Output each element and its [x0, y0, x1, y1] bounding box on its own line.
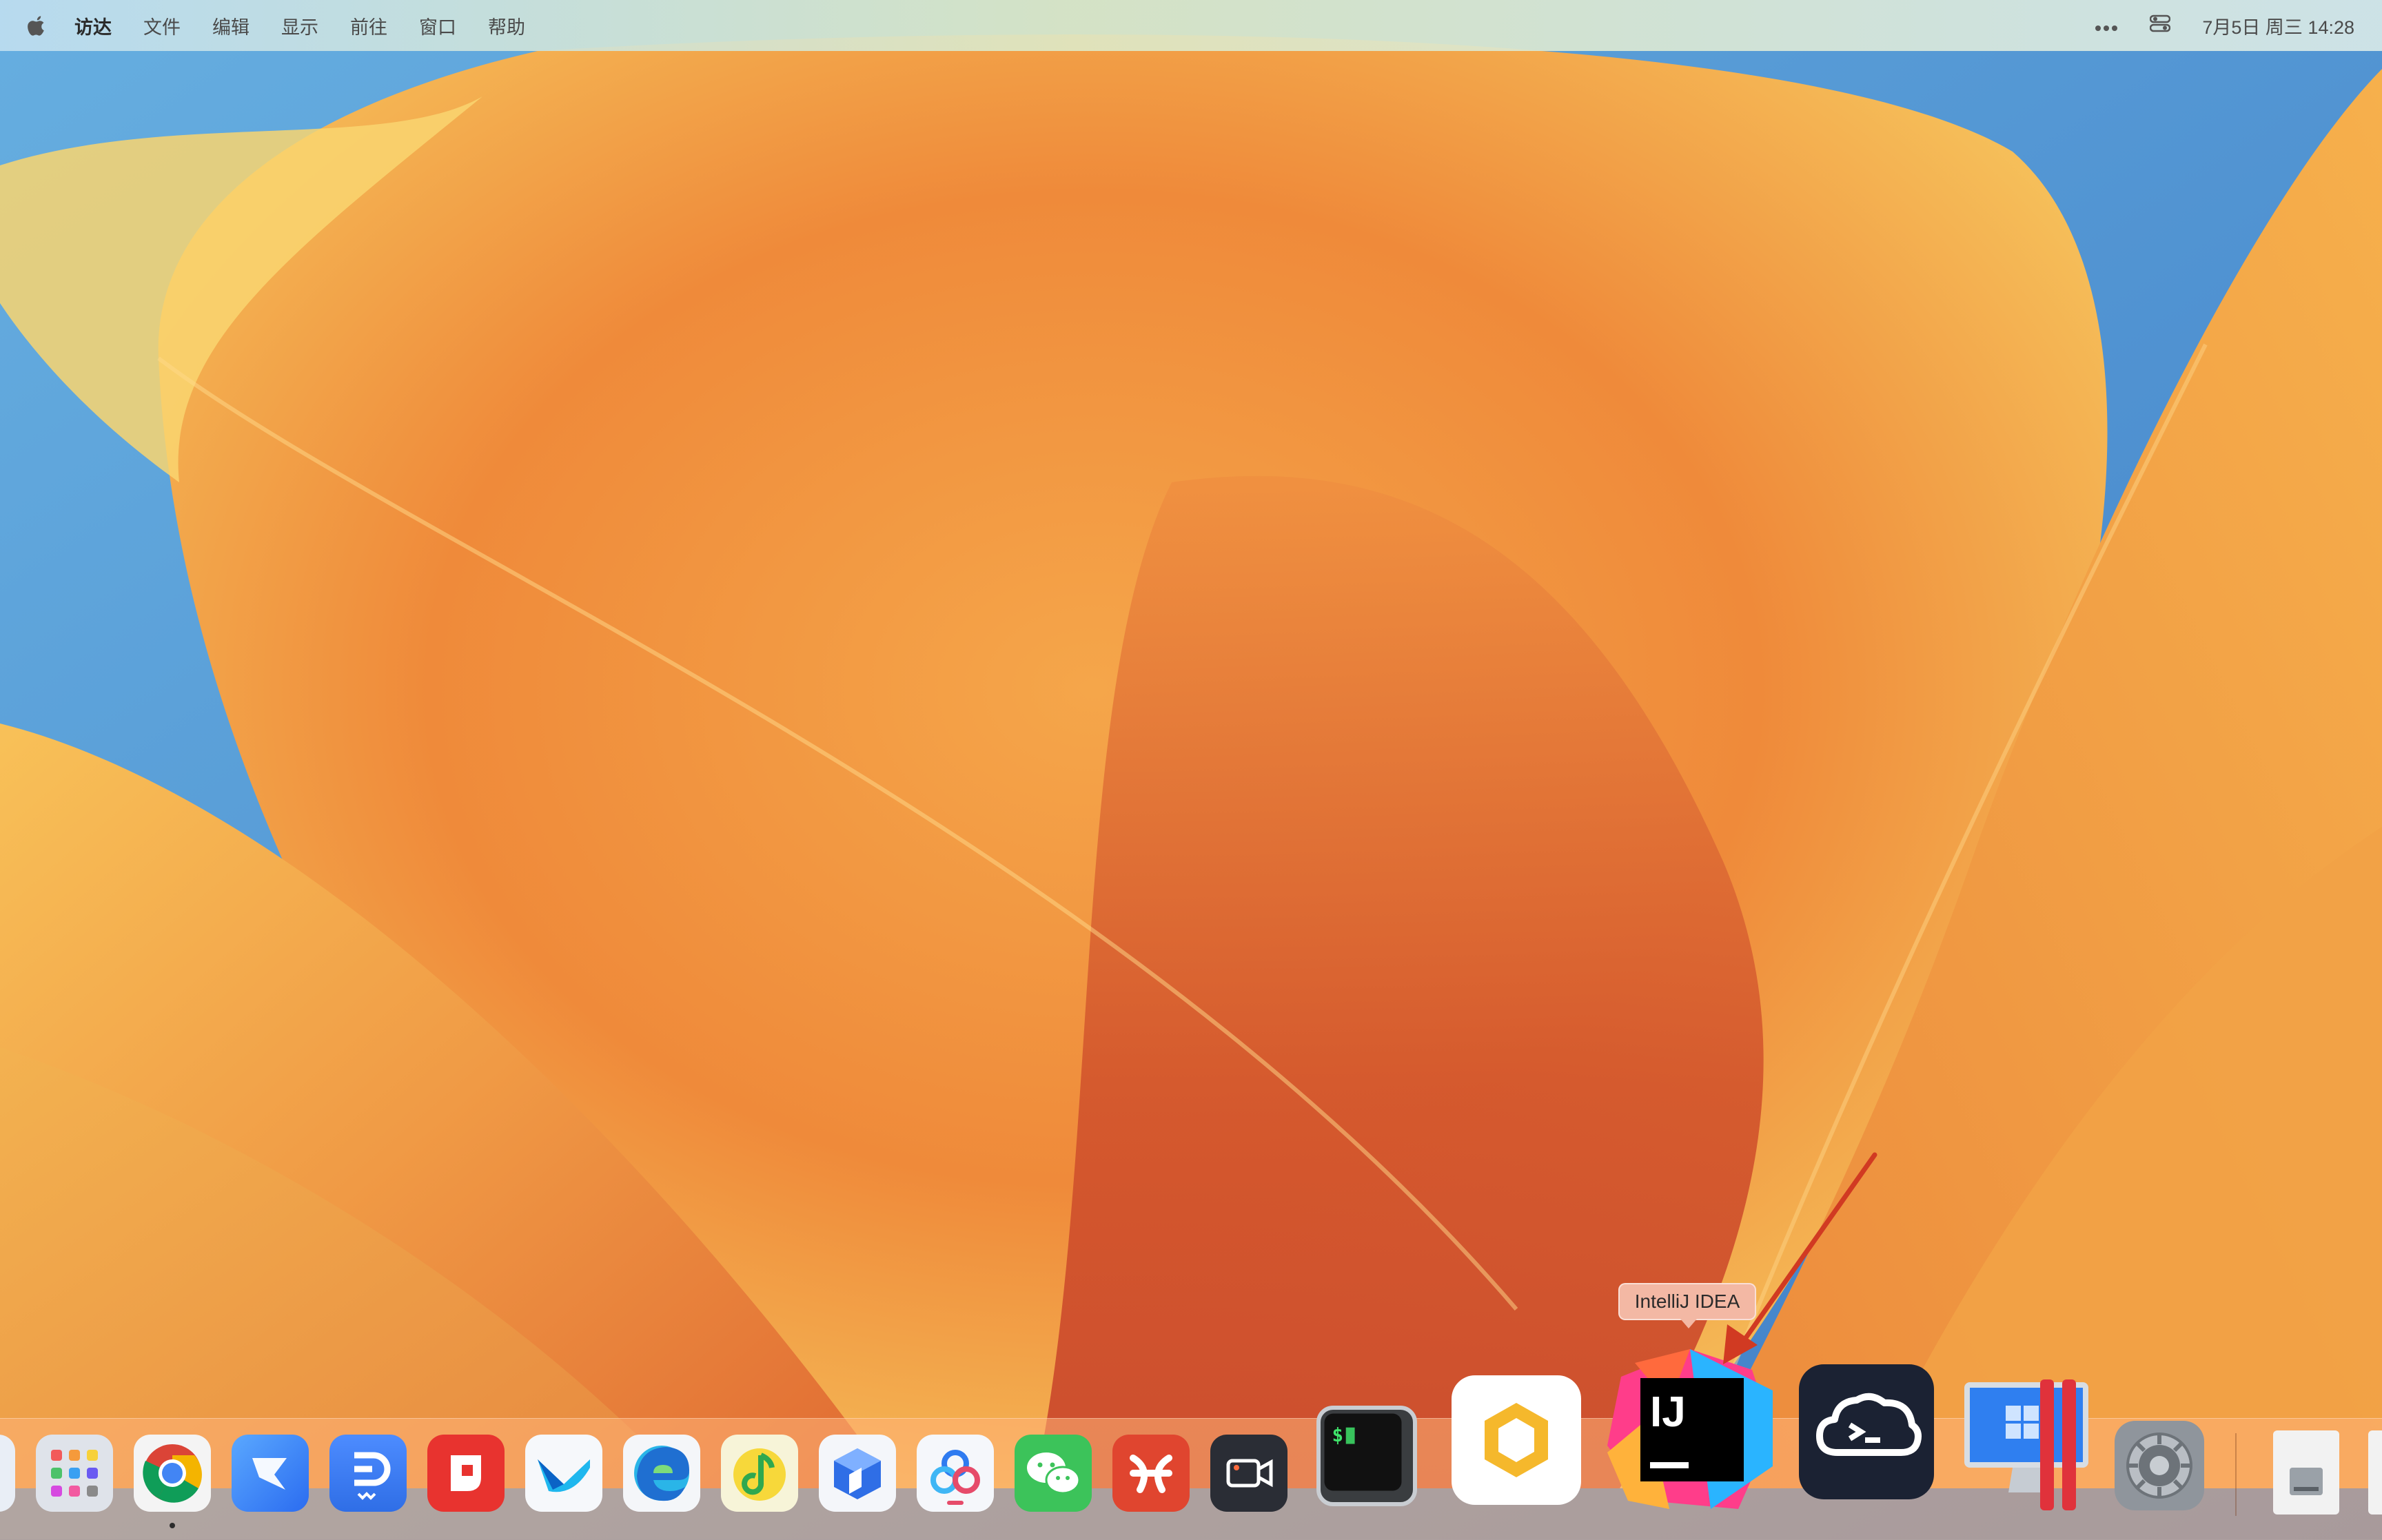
menu-edit[interactable]: 编辑 [212, 12, 250, 39]
dock-parallels-icon[interactable] [1957, 1375, 2095, 1513]
dock-divider [2235, 1433, 2237, 1516]
svg-text:$: $ [1332, 1424, 1344, 1446]
dock-disk-image-icon[interactable] [2273, 1430, 2339, 1515]
dock-chrome-icon[interactable] [134, 1435, 211, 1512]
menu-window[interactable]: 窗口 [419, 12, 456, 39]
dock-system-settings-icon[interactable] [2115, 1421, 2204, 1510]
dock-netdisk-icon[interactable] [917, 1435, 994, 1512]
apple-menu-icon[interactable] [28, 12, 51, 39]
dock-intellij-idea-icon[interactable]: IJ [1607, 1349, 1773, 1509]
chrome-running-indicator [170, 1523, 175, 1528]
dock-lark-docs-icon[interactable] [329, 1435, 407, 1512]
menu-view[interactable]: 显示 [281, 12, 318, 39]
menu-clock[interactable]: 7月5日 周三 14:28 [2202, 12, 2354, 39]
dock-mail-icon[interactable] [525, 1435, 602, 1512]
dock-wps-icon[interactable] [427, 1435, 505, 1512]
dock-qq-music-icon[interactable] [721, 1435, 798, 1512]
dock-finder-icon[interactable] [0, 1435, 15, 1512]
dock-xmind-icon[interactable] [1112, 1435, 1190, 1512]
menu-bar: 访达 文件 编辑 显示 前往 窗口 帮助 7月5日 周三 14:28 [0, 0, 2382, 51]
menu-app-name[interactable]: 访达 [74, 12, 112, 39]
dock-feishu-icon[interactable] [232, 1435, 309, 1512]
more-menu-extras-icon[interactable] [2095, 15, 2118, 37]
dock-screen-recorder-icon[interactable] [1210, 1435, 1287, 1512]
svg-text:IJ: IJ [1650, 1388, 1686, 1436]
dock-hex-app-icon[interactable] [1452, 1375, 1581, 1505]
dock-edge-icon[interactable] [623, 1435, 700, 1512]
dock-launchpad-icon[interactable] [36, 1435, 113, 1512]
menu-file[interactable]: 文件 [143, 12, 181, 39]
dock-document-icon[interactable] [2368, 1430, 2382, 1515]
desktop-wallpaper [0, 0, 2382, 1539]
dock-iterm-icon[interactable]: $ [1316, 1406, 1417, 1506]
control-center-icon[interactable] [2150, 14, 2171, 37]
dock-box-app-icon[interactable] [819, 1435, 896, 1512]
dock-termius-icon[interactable] [1799, 1364, 1934, 1499]
menu-help[interactable]: 帮助 [488, 12, 525, 39]
menu-go[interactable]: 前往 [350, 12, 387, 39]
annotation-arrow [1723, 1152, 1877, 1364]
dock-wechat-icon[interactable] [1015, 1435, 1092, 1512]
